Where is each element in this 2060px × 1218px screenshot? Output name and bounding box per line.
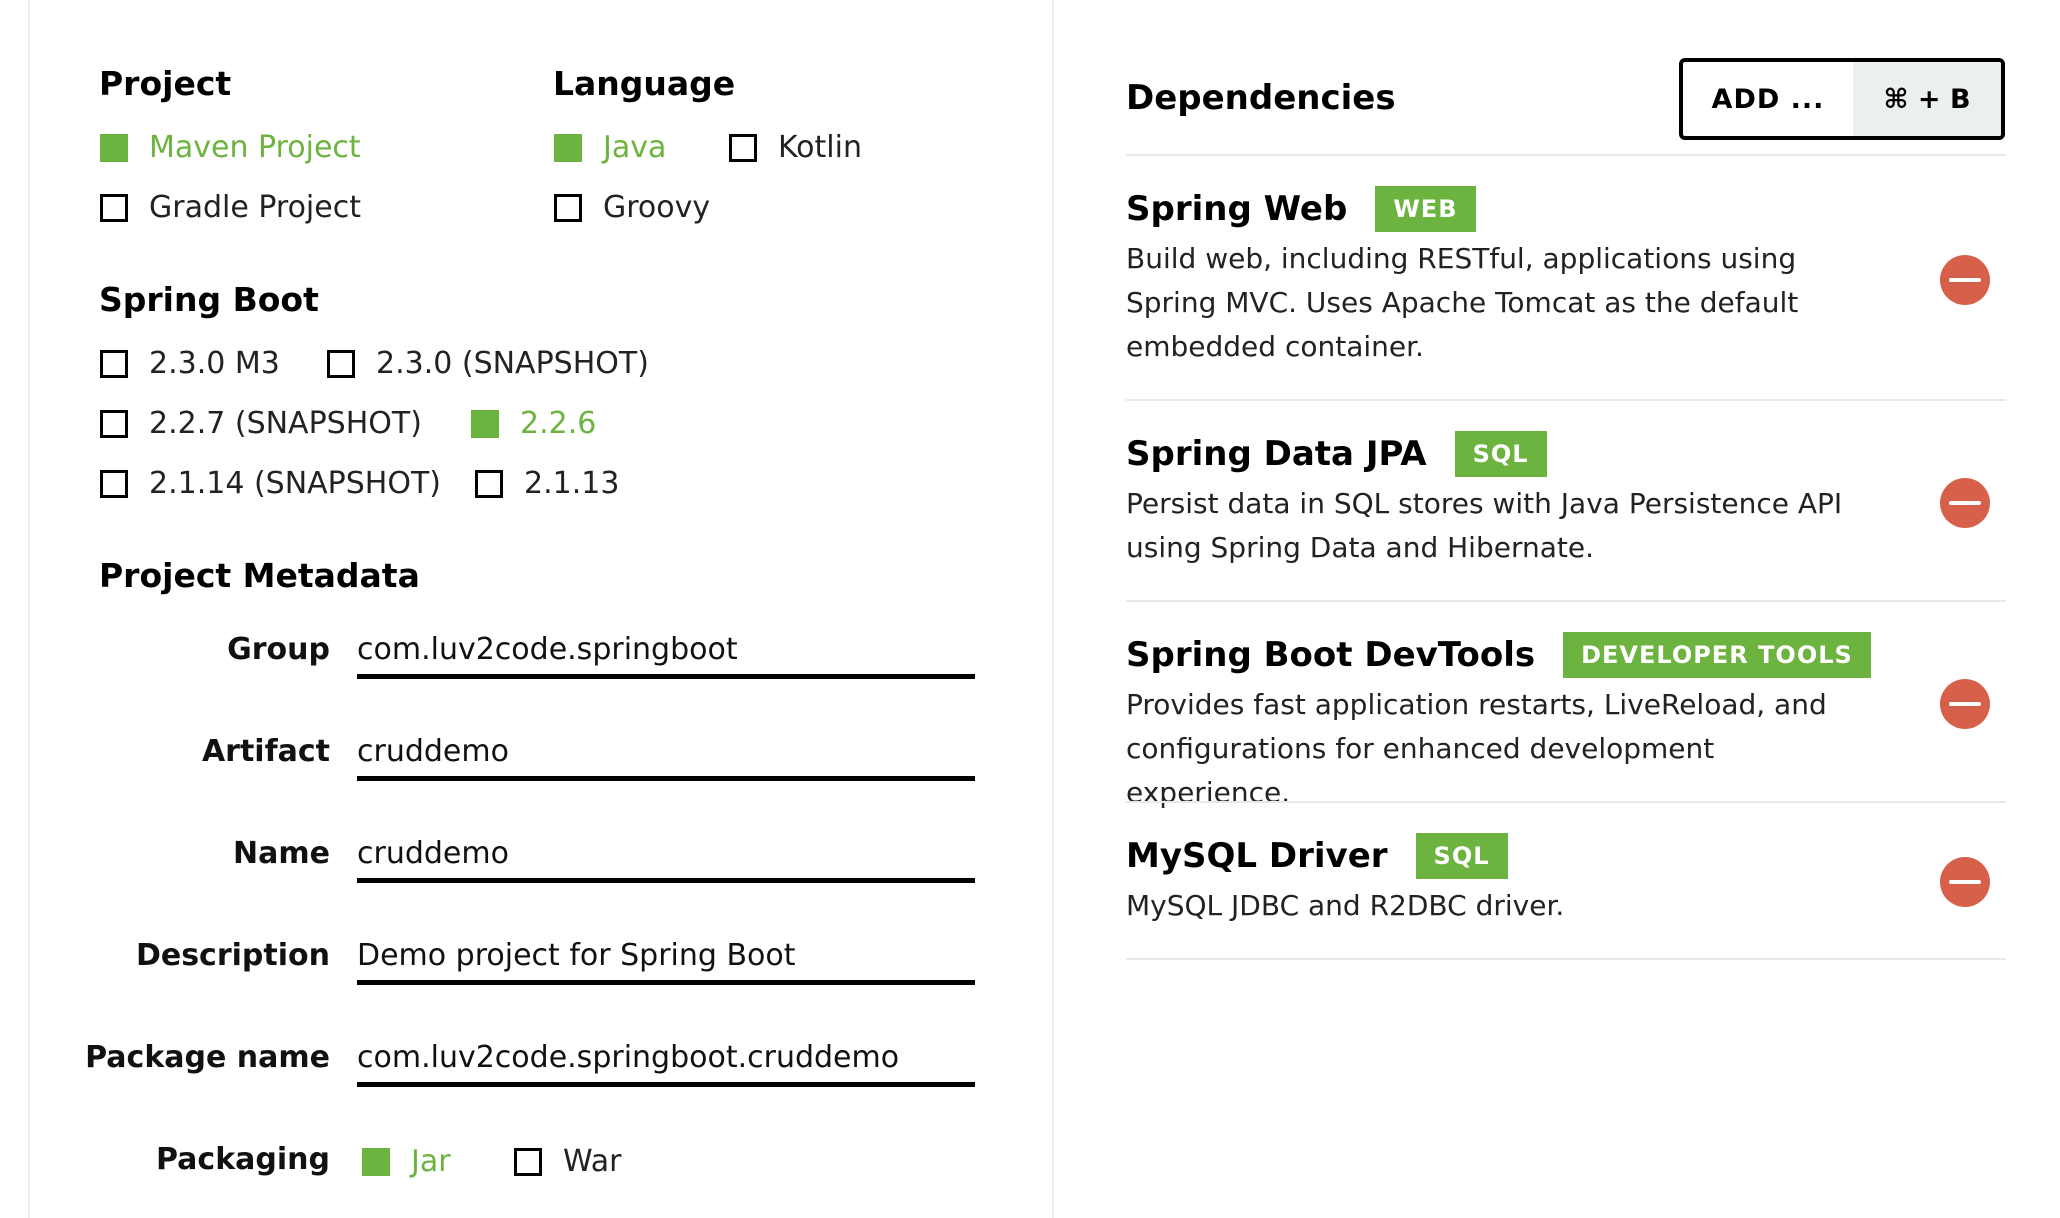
boot-option-2-3-0-m3[interactable]: 2.3.0 M3 <box>100 346 280 381</box>
group-input[interactable] <box>357 624 975 679</box>
option-label: War <box>563 1144 622 1179</box>
language-option-kotlin[interactable]: Kotlin <box>729 130 862 165</box>
shortcut-hint: ⌘ + B <box>1853 62 2001 136</box>
dependencies-title: Dependencies <box>1126 78 1396 118</box>
radio-box <box>514 1147 542 1176</box>
radio-box <box>327 349 355 378</box>
option-label: Maven Project <box>149 130 361 165</box>
dependency-tag: DEVELOPER TOOLS <box>1563 632 1871 678</box>
packaging-option-war[interactable]: War <box>514 1144 621 1179</box>
dependency-divider <box>1126 399 2006 401</box>
artifact-label: Artifact <box>201 734 330 769</box>
minus-icon <box>1949 702 1981 706</box>
dependency-item-spring-boot-devtools: Spring Boot DevTools DEVELOPER TOOLS Pro… <box>1126 631 2006 815</box>
option-label: 2.1.14 (SNAPSHOT) <box>149 466 442 501</box>
dependency-divider <box>1126 600 2006 602</box>
packaging-label: Packaging <box>156 1142 330 1177</box>
project-title: Project <box>99 64 232 103</box>
dependency-divider <box>1126 958 2006 960</box>
column-divider <box>1052 0 1054 1218</box>
radio-box <box>729 133 757 162</box>
dependency-divider <box>1126 154 2006 156</box>
artifact-input[interactable] <box>357 726 975 781</box>
radio-box <box>475 469 503 498</box>
language-option-java[interactable]: Java <box>554 130 666 165</box>
minus-icon <box>1949 501 1981 505</box>
radio-box <box>100 469 128 498</box>
language-title: Language <box>553 64 736 103</box>
dependency-name: Spring Web <box>1126 189 1348 229</box>
option-label: 2.2.6 <box>520 406 597 441</box>
option-label: 2.2.7 (SNAPSHOT) <box>149 406 422 441</box>
dependency-divider <box>1126 801 2006 803</box>
option-label: Java <box>603 130 667 165</box>
radio-box <box>100 133 128 162</box>
add-dependencies-button[interactable]: ADD ... ⌘ + B <box>1679 58 2005 140</box>
metadata-title: Project Metadata <box>99 556 420 595</box>
radio-box <box>471 409 499 438</box>
description-input[interactable] <box>357 930 975 985</box>
name-label: Name <box>233 836 330 871</box>
remove-spring-boot-devtools-button[interactable] <box>1940 679 1990 729</box>
group-label: Group <box>227 632 330 667</box>
package-name-label: Package name <box>85 1040 330 1075</box>
minus-icon <box>1949 880 1981 884</box>
option-label: 2.3.0 M3 <box>149 346 280 381</box>
remove-spring-web-button[interactable] <box>1940 255 1990 305</box>
spring-boot-title: Spring Boot <box>99 280 319 319</box>
project-option-maven[interactable]: Maven Project <box>100 130 361 165</box>
boot-option-2-1-14-snapshot[interactable]: 2.1.14 (SNAPSHOT) <box>100 466 441 501</box>
name-input[interactable] <box>357 828 975 883</box>
remove-mysql-driver-button[interactable] <box>1940 857 1990 907</box>
language-option-groovy[interactable]: Groovy <box>554 190 710 225</box>
boot-option-2-2-7-snapshot[interactable]: 2.2.7 (SNAPSHOT) <box>100 406 422 441</box>
dependency-name: Spring Boot DevTools <box>1126 635 1536 675</box>
dependency-tag: SQL <box>1454 431 1547 477</box>
dependency-name: Spring Data JPA <box>1126 434 1427 474</box>
option-label: 2.3.0 (SNAPSHOT) <box>376 346 649 381</box>
packaging-option-jar[interactable]: Jar <box>362 1144 451 1179</box>
option-label: 2.1.13 <box>524 466 620 501</box>
dependency-tag: WEB <box>1375 186 1476 232</box>
add-label: ADD ... <box>1711 83 1825 115</box>
radio-box <box>554 193 582 222</box>
boot-option-2-3-0-snapshot[interactable]: 2.3.0 (SNAPSHOT) <box>327 346 649 381</box>
dependency-description: Provides fast application restarts, Live… <box>1126 688 1827 809</box>
radio-box <box>554 133 582 162</box>
option-label: Groovy <box>603 190 711 225</box>
dependency-tag: SQL <box>1415 833 1508 879</box>
dependency-description: Build web, including RESTful, applicatio… <box>1126 242 1799 363</box>
dependency-name: MySQL Driver <box>1126 836 1388 876</box>
dependency-item-mysql-driver: MySQL Driver SQL MySQL JDBC and R2DBC dr… <box>1126 832 2006 928</box>
project-option-gradle[interactable]: Gradle Project <box>100 190 361 225</box>
package-name-input[interactable] <box>357 1032 975 1087</box>
description-label: Description <box>135 938 330 973</box>
dependency-description: Persist data in SQL stores with Java Per… <box>1126 487 1843 564</box>
radio-box <box>362 1147 390 1176</box>
remove-spring-data-jpa-button[interactable] <box>1940 478 1990 528</box>
boot-option-2-1-13[interactable]: 2.1.13 <box>475 466 619 501</box>
boot-option-2-2-6[interactable]: 2.2.6 <box>471 406 596 441</box>
left-border <box>28 0 30 1218</box>
dependency-item-spring-data-jpa: Spring Data JPA SQL Persist data in SQL … <box>1126 430 2006 570</box>
radio-box <box>100 409 128 438</box>
radio-box <box>100 349 128 378</box>
option-label: Kotlin <box>778 130 862 165</box>
radio-box <box>100 193 128 222</box>
dependency-description: MySQL JDBC and R2DBC driver. <box>1126 889 1565 922</box>
dependency-item-spring-web: Spring Web WEB Build web, including REST… <box>1126 185 2006 369</box>
option-label: Gradle Project <box>149 190 361 225</box>
option-label: Jar <box>411 1144 451 1179</box>
minus-icon <box>1949 278 1981 282</box>
